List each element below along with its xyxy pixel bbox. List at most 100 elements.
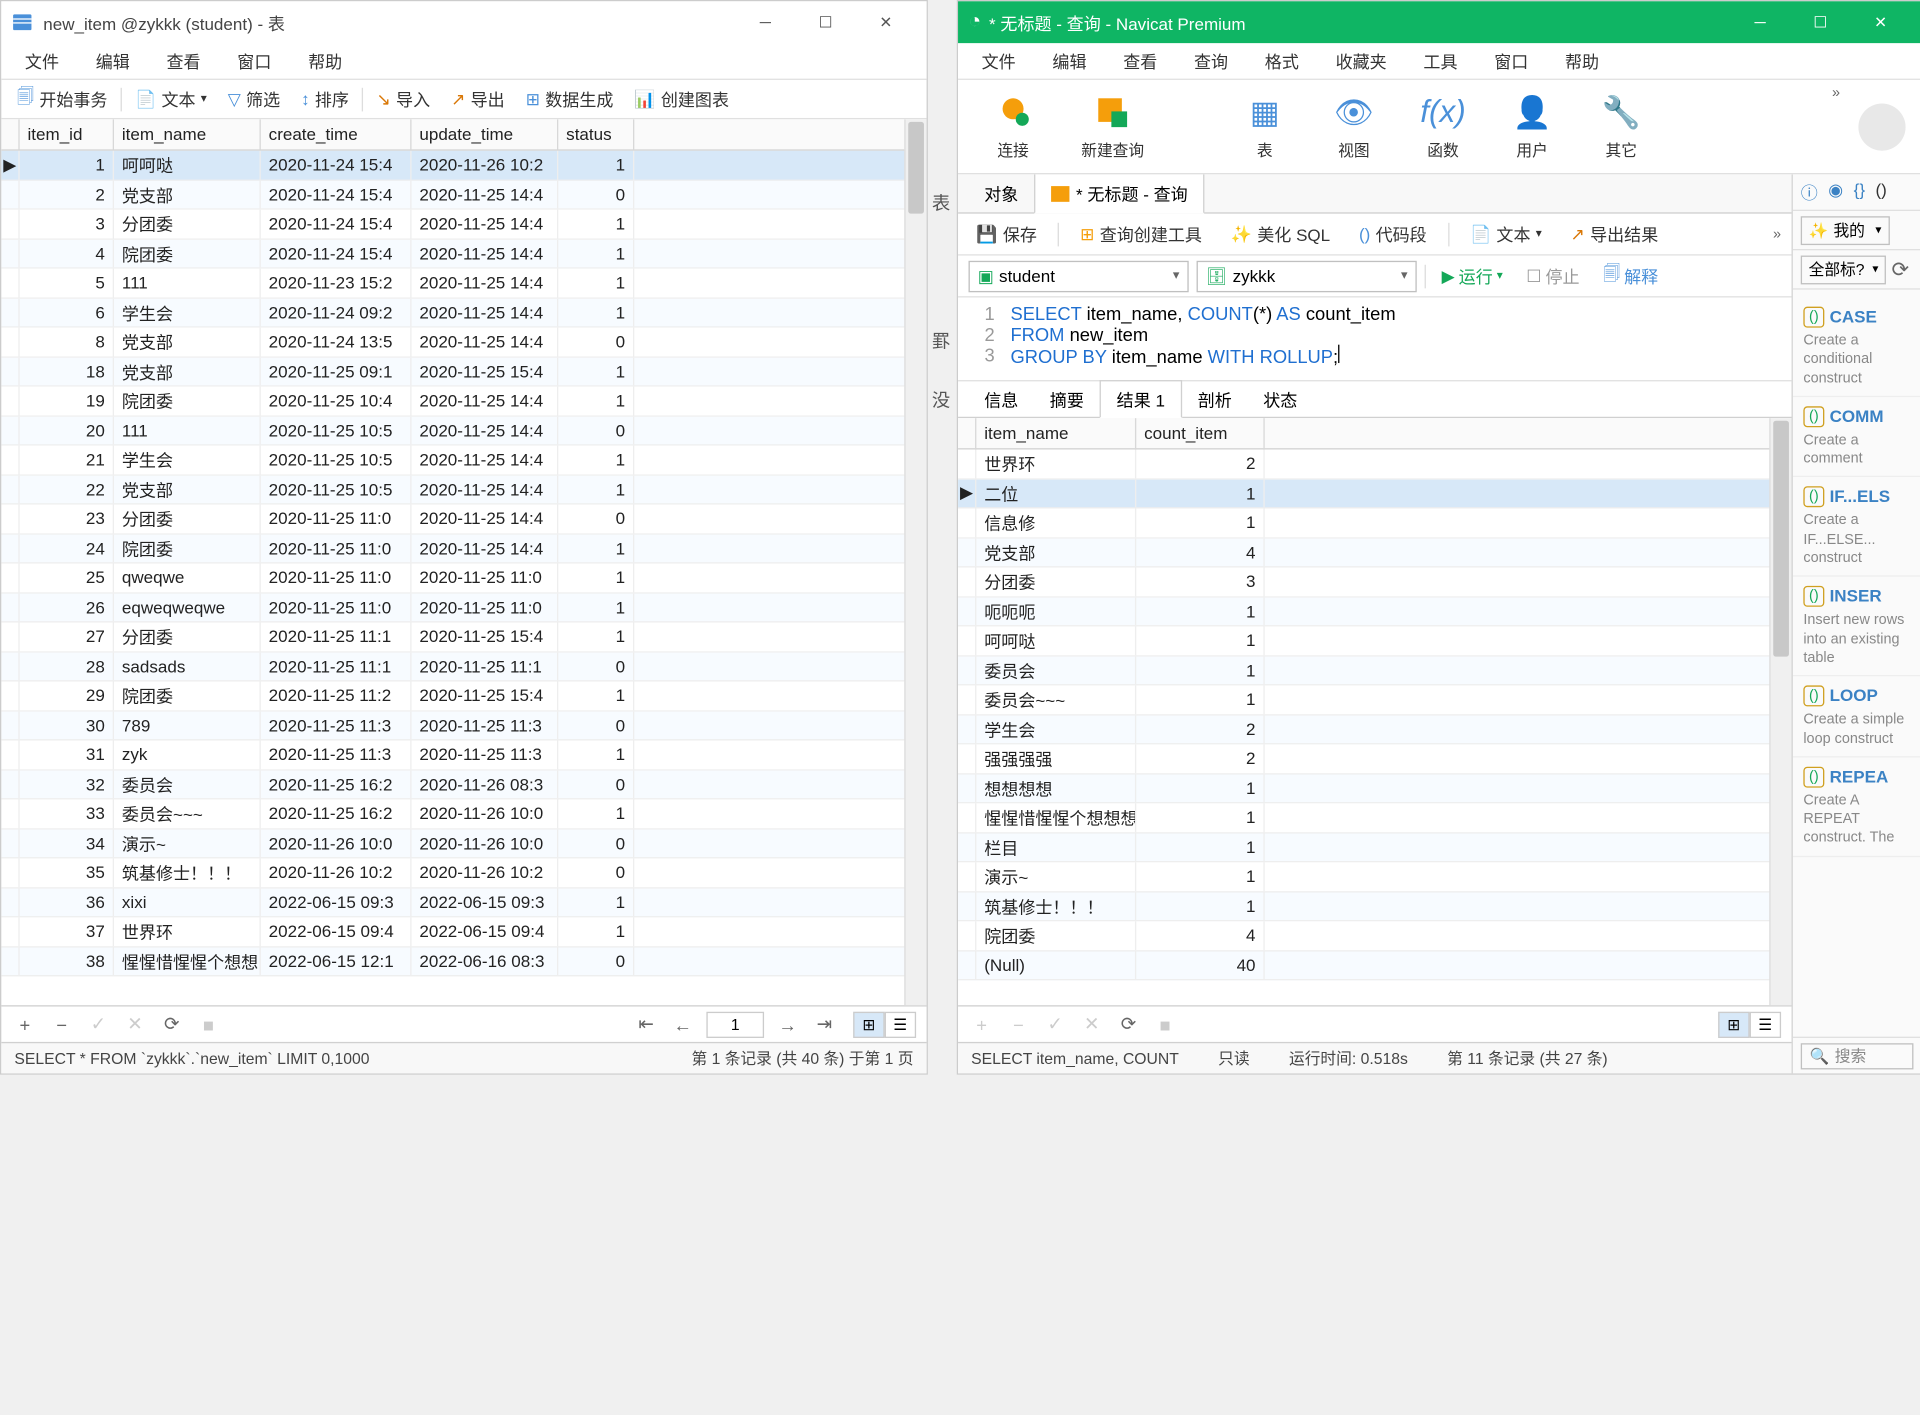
table-row[interactable]: 34 演示~ 2020-11-26 10:0 2020-11-26 10:0 0 (1, 829, 926, 858)
vscrollbar[interactable] (904, 119, 926, 1005)
form-view-button[interactable]: ☰ (885, 1011, 916, 1037)
table-row[interactable]: 26 eqweqweqwe 2020-11-25 11:0 2020-11-25… (1, 593, 926, 622)
table-row[interactable]: 20 111 2020-11-25 10:5 2020-11-25 14:4 0 (1, 416, 926, 445)
next-button[interactable]: → (775, 1011, 801, 1037)
titlebar[interactable]: ◔ * 无标题 - 查询 - Navicat Premium ─ ☐ ✕ (958, 1, 1920, 43)
snippet-list[interactable]: ()CASECreate a conditional construct()CO… (1793, 290, 1920, 1037)
vscrollbar[interactable] (1769, 418, 1791, 1005)
menu-edit[interactable]: 编辑 (77, 43, 148, 78)
menu-help[interactable]: 帮助 (290, 43, 361, 78)
search-input[interactable]: 🔍 搜索 (1801, 1043, 1914, 1069)
menu-view[interactable]: 查看 (148, 43, 219, 78)
sql-editor[interactable]: 1SELECT item_name, COUNT(*) AS count_ite… (958, 298, 1792, 382)
snippet-button[interactable]: ()代码段 (1351, 218, 1434, 249)
grid-body[interactable]: ▶ 1 呵呵哒 2020-11-24 15:4 2020-11-26 10:2 … (1, 151, 926, 1005)
menu-favorites[interactable]: 收藏夹 (1317, 43, 1405, 78)
table-row[interactable]: 6 学生会 2020-11-24 09:2 2020-11-25 14:4 1 (1, 298, 926, 327)
result-row[interactable]: 党支部 4 (958, 538, 1792, 567)
result-row[interactable]: 惺惺惜惺惺个想想想 1 (958, 803, 1792, 832)
grid-view-button[interactable]: ⊞ (1718, 1011, 1749, 1037)
snippet-item[interactable]: ()CASECreate a conditional construct (1793, 298, 1920, 397)
run-button[interactable]: ▶ 运行 ▾ (1434, 261, 1511, 291)
maximize-button[interactable]: ☐ (796, 1, 856, 43)
menu-window[interactable]: 窗口 (219, 43, 290, 78)
table-button[interactable]: ▦表 (1220, 86, 1309, 166)
other-button[interactable]: 🔧其它 (1577, 86, 1666, 166)
table-row[interactable]: 27 分团委 2020-11-25 11:1 2020-11-25 15:4 1 (1, 623, 926, 652)
builder-button[interactable]: ⊞查询创建工具 (1072, 218, 1210, 249)
text-button[interactable]: 📄文本▾ (127, 83, 214, 114)
avatar[interactable] (1858, 104, 1905, 151)
table-row[interactable]: 29 院团委 2020-11-25 11:2 2020-11-25 15:4 1 (1, 682, 926, 711)
all-dropdown[interactable]: 全部标?▾ (1801, 255, 1886, 284)
rtab-result1[interactable]: 结果 1 (1100, 380, 1182, 418)
tab-query[interactable]: * 无标题 - 查询 (1034, 174, 1205, 213)
snippet-item[interactable]: ()COMMCreate a comment (1793, 397, 1920, 478)
close-button[interactable]: ✕ (856, 1, 916, 43)
save-button[interactable]: 💾保存 (969, 218, 1045, 249)
table-row[interactable]: 25 qweqwe 2020-11-25 11:0 2020-11-25 11:… (1, 564, 926, 593)
col-create-time[interactable]: create_time (261, 119, 412, 149)
table-row[interactable]: ▶ 1 呵呵哒 2020-11-24 15:4 2020-11-26 10:2 … (1, 151, 926, 180)
menu-format[interactable]: 格式 (1246, 43, 1317, 78)
add-row-button[interactable]: + (12, 1011, 38, 1037)
table-row[interactable]: 4 院团委 2020-11-24 15:4 2020-11-25 14:4 1 (1, 239, 926, 268)
col-status[interactable]: status (558, 119, 634, 149)
table-row[interactable]: 38 惺惺惜惺惺个想想 2022-06-15 12:1 2022-06-16 0… (1, 947, 926, 976)
refresh-button[interactable]: ⟳ (159, 1011, 185, 1037)
brace-icon[interactable]: {} (1854, 180, 1865, 205)
text-button[interactable]: 📄文本▾ (1462, 218, 1549, 249)
new-query-button[interactable]: 新建查询 (1058, 86, 1168, 166)
del-row-button[interactable]: − (48, 1011, 74, 1037)
commit-button[interactable]: ✓ (85, 1011, 111, 1037)
col-item-name[interactable]: item_name (976, 418, 1136, 448)
col-update-time[interactable]: update_time (412, 119, 559, 149)
import-button[interactable]: ↘导入 (369, 83, 438, 114)
table-row[interactable]: 37 世界环 2022-06-15 09:4 2022-06-15 09:4 1 (1, 917, 926, 946)
menu-help[interactable]: 帮助 (1547, 43, 1618, 78)
table-row[interactable]: 2 党支部 2020-11-24 15:4 2020-11-25 14:4 0 (1, 180, 926, 209)
table-row[interactable]: 32 委员会 2020-11-25 16:2 2020-11-26 08:3 0 (1, 770, 926, 799)
rtab-info[interactable]: 信息 (969, 381, 1035, 416)
connect-button[interactable]: 连接 (969, 86, 1058, 166)
col-item-name[interactable]: item_name (114, 119, 261, 149)
snippet-item[interactable]: ()INSERInsert new rows into an existing … (1793, 577, 1920, 676)
result-row[interactable]: 演示~ 1 (958, 862, 1792, 891)
export-button[interactable]: ↗导出结果 (1563, 218, 1666, 249)
table-row[interactable]: 33 委员会~~~ 2020-11-25 16:2 2020-11-26 10:… (1, 799, 926, 828)
table-row[interactable]: 28 sadsads 2020-11-25 11:1 2020-11-25 11… (1, 652, 926, 681)
table-row[interactable]: 31 zyk 2020-11-25 11:3 2020-11-25 11:3 1 (1, 740, 926, 769)
more-icon[interactable]: » (1832, 85, 1840, 101)
eye-icon[interactable]: ◉ (1828, 180, 1843, 205)
table-row[interactable]: 8 党支部 2020-11-24 13:5 2020-11-25 14:4 0 (1, 328, 926, 357)
table-row[interactable]: 21 学生会 2020-11-25 10:5 2020-11-25 14:4 1 (1, 446, 926, 475)
gen-button[interactable]: ⊞数据生成 (518, 83, 621, 114)
snippet-item[interactable]: ()IF...ELSCreate a IF...ELSE... construc… (1793, 478, 1920, 577)
table-row[interactable]: 36 xixi 2022-06-15 09:3 2022-06-15 09:3 … (1, 888, 926, 917)
table-row[interactable]: 3 分团委 2020-11-24 15:4 2020-11-25 14:4 1 (1, 210, 926, 239)
result-row[interactable]: 世界环 2 (958, 450, 1792, 479)
explain-button[interactable]: 🗐 解释 (1595, 259, 1666, 293)
page-input[interactable] (706, 1011, 764, 1037)
table-row[interactable]: 18 党支部 2020-11-25 09:1 2020-11-25 15:4 1 (1, 357, 926, 386)
result-row[interactable]: 呃呃呃 1 (958, 597, 1792, 626)
chart-button[interactable]: 📊创建图表 (627, 83, 737, 114)
result-row[interactable]: 信息修 1 (958, 509, 1792, 538)
table-row[interactable]: 24 院团委 2020-11-25 11:0 2020-11-25 14:4 1 (1, 534, 926, 563)
minimize-button[interactable]: ─ (735, 1, 795, 43)
result-row[interactable]: 分团委 3 (958, 567, 1792, 596)
menu-edit[interactable]: 编辑 (1034, 43, 1105, 78)
menu-file[interactable]: 文件 (7, 43, 78, 78)
result-row[interactable]: 强强强强 2 (958, 744, 1792, 773)
table-row[interactable]: 22 党支部 2020-11-25 10:5 2020-11-25 14:4 1 (1, 475, 926, 504)
menu-query[interactable]: 查询 (1176, 43, 1247, 78)
view-button[interactable]: 👁视图 (1309, 86, 1398, 166)
col-item-id[interactable]: item_id (20, 119, 114, 149)
rtab-status[interactable]: 状态 (1248, 381, 1314, 416)
menu-tools[interactable]: 工具 (1405, 43, 1476, 78)
result-row[interactable]: ▶ 二位 1 (958, 479, 1792, 508)
menu-view[interactable]: 查看 (1105, 43, 1176, 78)
rtab-profile[interactable]: 剖析 (1182, 381, 1248, 416)
result-row[interactable]: 呵呵哒 1 (958, 626, 1792, 655)
result-row[interactable]: (Null) 40 (958, 951, 1792, 980)
